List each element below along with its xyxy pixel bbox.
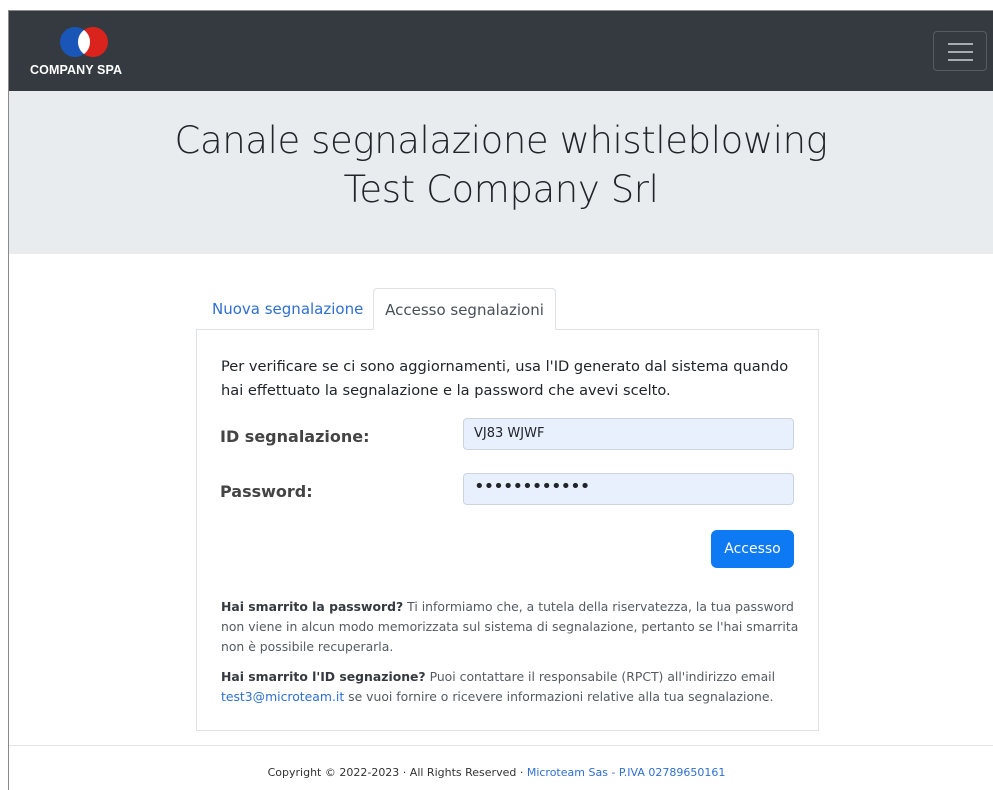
brand-name[interactable]: COMPANY SPA — [30, 63, 122, 77]
lost-id-text-before: Puoi contattare il responsabile (RPCT) a… — [429, 669, 776, 684]
lost-id-text-after: se vuoi fornire o ricevere informazioni … — [348, 689, 774, 704]
footer: Copyright © 2022-2023 · All Rights Reser… — [0, 766, 993, 779]
footer-copyright: Copyright © 2022-2023 · All Rights Reser… — [267, 766, 524, 779]
id-segnalazione-label: ID segnalazione: — [220, 427, 370, 446]
tab-nuova-segnalazione[interactable]: Nuova segnalazione — [196, 288, 379, 330]
id-segnalazione-input[interactable]: VJ83 WJWF — [463, 418, 794, 450]
page-title: Canale segnalazione whistleblowing Test … — [9, 116, 993, 214]
password-label: Password: — [220, 482, 313, 501]
lost-password-help: Hai smarrito la password? Ti informiamo … — [221, 597, 801, 657]
accesso-button[interactable]: Accesso — [711, 530, 794, 568]
password-input[interactable]: •••••••••••• — [463, 473, 794, 505]
lost-id-help: Hai smarrito l'ID segnazione? Puoi conta… — [221, 667, 801, 707]
access-intro-text: Per verificare se ci sono aggiornamenti,… — [221, 358, 789, 399]
navbar-toggler-button[interactable] — [933, 31, 987, 71]
page-title-line2: Test Company Srl — [343, 168, 659, 211]
tab-accesso-segnalazioni[interactable]: Accesso segnalazioni — [373, 288, 556, 330]
footer-company-link[interactable]: Microteam Sas - P.IVA 02789650161 — [527, 766, 726, 779]
footer-divider — [9, 745, 993, 746]
rpct-email-link[interactable]: test3@microteam.it — [221, 689, 344, 704]
navbar: COMPANY SPA — [9, 11, 993, 91]
lost-id-title: Hai smarrito l'ID segnazione? — [221, 669, 426, 684]
page-title-line1: Canale segnalazione whistleblowing — [174, 119, 828, 162]
hero-banner: Canale segnalazione whistleblowing Test … — [9, 91, 993, 254]
company-logo-icon[interactable] — [56, 26, 112, 58]
lost-password-title: Hai smarrito la password? — [221, 599, 404, 614]
